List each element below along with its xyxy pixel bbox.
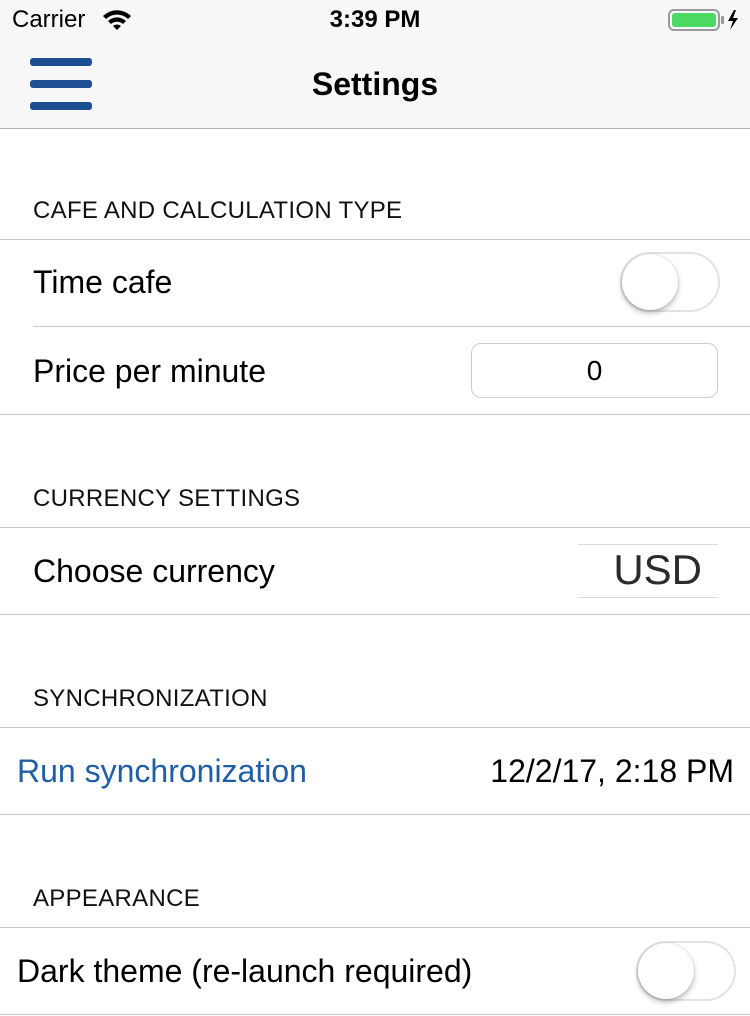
section-header-sync: SYNCHRONIZATION xyxy=(33,685,268,712)
divider xyxy=(0,927,750,928)
dark-theme-label: Dark theme (re-launch required) xyxy=(17,953,473,989)
run-synchronization-button[interactable]: Run synchronization xyxy=(17,751,307,791)
price-per-minute-label: Price per minute xyxy=(33,353,266,389)
switch-knob xyxy=(622,254,678,310)
section-header-appearance: APPEARANCE xyxy=(33,885,201,912)
currency-picker[interactable]: USD xyxy=(578,544,718,598)
divider xyxy=(0,727,750,728)
time-cafe-label: Time cafe xyxy=(33,264,173,300)
divider xyxy=(0,814,750,815)
divider xyxy=(33,326,750,327)
battery-charging-icon xyxy=(668,9,738,31)
header: Carrier 3:39 PM Settings xyxy=(0,0,750,129)
divider xyxy=(0,239,750,240)
divider xyxy=(0,527,750,528)
choose-currency-label: Choose currency xyxy=(33,553,275,589)
section-header-cafe: CAFE AND CALCULATION TYPE xyxy=(33,197,403,224)
status-time: 3:39 PM xyxy=(329,6,421,33)
switch-knob xyxy=(638,943,694,999)
time-cafe-switch[interactable] xyxy=(620,252,720,312)
divider xyxy=(0,614,750,615)
divider xyxy=(0,414,750,415)
section-header-currency: CURRENCY SETTINGS xyxy=(33,485,301,512)
navigation-bar: Settings xyxy=(0,40,750,128)
status-bar: Carrier 3:39 PM xyxy=(0,0,750,40)
dark-theme-switch[interactable] xyxy=(636,941,736,1001)
last-sync-timestamp: 12/2/17, 2:18 PM xyxy=(490,753,734,789)
currency-picker-value: USD xyxy=(613,546,702,593)
page-title: Settings xyxy=(311,66,439,102)
divider xyxy=(0,1014,750,1015)
price-per-minute-input[interactable] xyxy=(471,343,718,398)
